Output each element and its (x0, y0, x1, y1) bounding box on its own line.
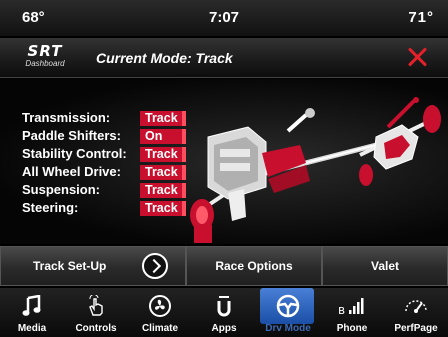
settings-list: Transmission: Track Paddle Shifters: On … (22, 109, 186, 217)
nav-label: Controls (75, 323, 117, 334)
setting-row-steering: Steering: Track (22, 199, 186, 217)
drivetrain-graphic (190, 97, 441, 243)
setting-value: Track (140, 182, 186, 198)
hand-touch-icon (82, 292, 110, 320)
nav-item-perfpage[interactable]: PerfPage (384, 288, 448, 337)
setting-value: On (140, 128, 186, 144)
mode-options-bar: Track Set-Up Race Options Valet (0, 246, 448, 286)
close-icon[interactable] (406, 46, 428, 68)
setting-label: Suspension: (22, 182, 101, 197)
svg-text:ʙ: ʙ (338, 303, 345, 316)
setting-label: Transmission: (22, 110, 111, 125)
setting-label: Stability Control: (22, 146, 127, 161)
outside-temperature-right: 71° (408, 9, 434, 26)
nav-item-phone[interactable]: ʙ Phone (320, 288, 384, 337)
bottom-nav: Media Controls Climate Apps Drv Mode ʙ P… (0, 288, 448, 337)
race-options-button[interactable]: Race Options (186, 246, 322, 286)
header: SRT Dashboard Current Mode: Track (0, 38, 448, 78)
clock: 7:07 (208, 9, 240, 26)
apps-icon (210, 292, 238, 320)
setting-value: Track (140, 146, 186, 162)
nav-item-media[interactable]: Media (0, 288, 64, 337)
nav-item-controls[interactable]: Controls (64, 288, 128, 337)
nav-item-drv-mode[interactable]: Drv Mode (256, 288, 320, 337)
steering-wheel-icon (274, 292, 302, 320)
nav-item-apps[interactable]: Apps (192, 288, 256, 337)
setting-row-paddle-shifters: Paddle Shifters: On (22, 127, 186, 145)
setting-row-stability-control: Stability Control: Track (22, 145, 186, 163)
nav-label: Media (17, 323, 47, 334)
page-title: Current Mode: Track (96, 50, 233, 66)
setting-row-suspension: Suspension: Track (22, 181, 186, 199)
nav-label: Climate (141, 323, 179, 334)
nav-label: Drv Mode (265, 323, 311, 334)
setting-label: Steering: (22, 200, 79, 215)
mode-summary-panel: Transmission: Track Paddle Shifters: On … (0, 79, 448, 244)
setting-row-transmission: Transmission: Track (22, 109, 186, 127)
srt-dashboard-logo: SRT Dashboard (14, 44, 76, 72)
music-note-icon (18, 292, 46, 320)
nav-label: PerfPage (394, 323, 438, 334)
setting-row-all-wheel-drive: All Wheel Drive: Track (22, 163, 186, 181)
phone-signal-icon: ʙ (338, 292, 366, 320)
performance-gauge-icon (402, 292, 430, 320)
climate-fan-icon (146, 292, 174, 320)
setting-value: Track (140, 110, 186, 126)
logo-text: SRT (27, 42, 63, 60)
nav-item-climate[interactable]: Climate (128, 288, 192, 337)
logo-subtext: Dashboard (25, 59, 65, 68)
setting-value: Track (140, 164, 186, 180)
setting-value: Track (140, 200, 186, 216)
status-bar: 68° 7:07 71° (0, 0, 448, 36)
valet-button[interactable]: Valet (322, 246, 448, 286)
setting-label: Paddle Shifters: (22, 128, 121, 143)
setting-label: All Wheel Drive: (22, 164, 121, 179)
nav-label: Apps (211, 323, 237, 334)
chevron-right-icon[interactable] (142, 253, 168, 279)
nav-label: Phone (336, 323, 368, 334)
